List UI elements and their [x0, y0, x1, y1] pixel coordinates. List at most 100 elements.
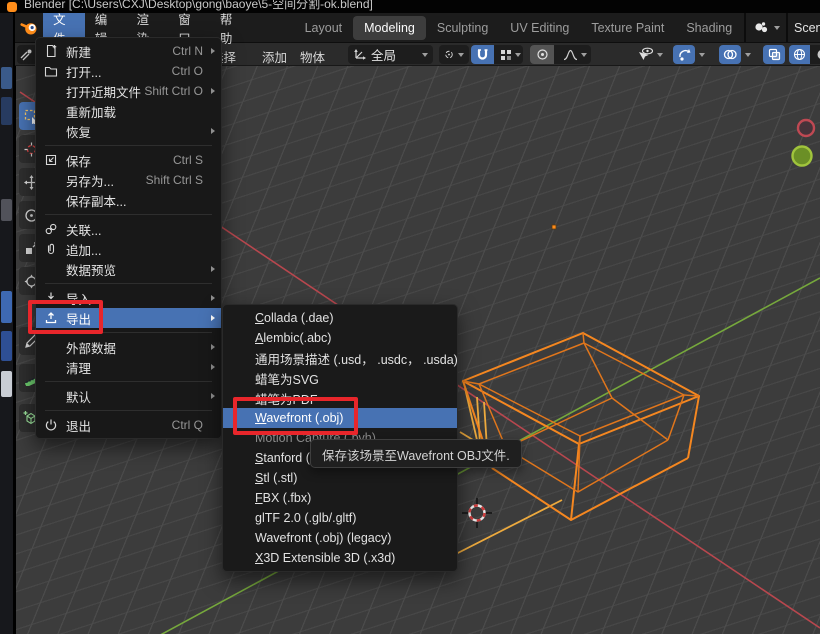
- pivot-point-icon: [444, 48, 454, 61]
- desktop-strip: [0, 13, 13, 634]
- submenu-arrow-icon: [211, 266, 215, 272]
- tab-uv-editing[interactable]: UV Editing: [499, 16, 580, 40]
- xray-icon: [768, 48, 781, 61]
- submenu-arrow-icon: [211, 315, 215, 321]
- tab-shading[interactable]: Shading: [675, 16, 743, 40]
- pivot-point-dropdown[interactable]: [439, 45, 469, 64]
- file-menu-item-data-preview[interactable]: 数据预览: [36, 259, 221, 279]
- orientation-gizmo-icon: [353, 48, 367, 62]
- falloff-dropdown[interactable]: [558, 49, 591, 61]
- export-item-alembic[interactable]: Alembic(.abc): [223, 328, 457, 348]
- overlays-icon: [723, 48, 737, 61]
- desktop-icon: [1, 67, 12, 89]
- snap-target-dropdown[interactable]: [498, 49, 523, 61]
- submenu-arrow-icon: [211, 88, 215, 94]
- shading-solid-button[interactable]: [810, 45, 820, 64]
- tab-sculpting[interactable]: Sculpting: [426, 16, 499, 40]
- blender-logo-icon: [7, 2, 17, 12]
- desktop-icon: [1, 97, 12, 125]
- window-title: Blender [C:\Users\CXJ\Desktop\gong\baoye…: [24, 0, 373, 12]
- proportional-editing-controls: [530, 45, 591, 64]
- export-item-collada[interactable]: Collada (.dae): [223, 308, 457, 328]
- workspace-tabs: Layout Modeling Sculpting UV Editing Tex…: [294, 16, 820, 40]
- submenu-arrow-icon: [211, 393, 215, 399]
- export-item-x3d[interactable]: X3D Extensible 3D (.x3d): [223, 548, 457, 568]
- tab-modeling[interactable]: Modeling: [353, 16, 426, 40]
- submenu-arrow-icon: [211, 364, 215, 370]
- power-icon: [43, 418, 59, 432]
- falloff-curve-icon: [563, 49, 578, 61]
- export-item-grease-pencil-pdf[interactable]: 蜡笔为PDF: [223, 388, 457, 408]
- menu-separator: [45, 145, 212, 146]
- file-menu-item-link[interactable]: 关联...: [36, 219, 221, 239]
- tooltip-text: 保存该场景至Wavefront OBJ文件.: [322, 449, 510, 463]
- blender-logo-icon: [20, 17, 39, 39]
- export-icon: [43, 311, 59, 325]
- export-item-grease-pencil-svg[interactable]: 蜡笔为SVG: [223, 368, 457, 388]
- xray-toggle[interactable]: [763, 45, 785, 64]
- file-menu-item-save-as[interactable]: 另存为... Shift Ctrl S: [36, 170, 221, 190]
- chevron-down-icon: [458, 53, 464, 57]
- submenu-arrow-icon: [211, 128, 215, 134]
- export-item-wavefront-legacy[interactable]: Wavefront (.obj) (legacy): [223, 528, 457, 548]
- export-item-wavefront-obj[interactable]: Wavefront (.obj): [223, 408, 457, 428]
- title-bar: Blender [C:\Users\CXJ\Desktop\gong\baoye…: [0, 0, 820, 13]
- snap-toggle[interactable]: [471, 45, 494, 64]
- visibility-icon: [637, 47, 654, 62]
- file-menu-item-open-recent[interactable]: 打开近期文件 Shift Ctrl O: [36, 81, 221, 101]
- export-submenu: Collada (.dae) Alembic(.abc) 通用场景描述 (.us…: [222, 304, 458, 572]
- visibility-dropdown[interactable]: [637, 45, 663, 64]
- tab-layout[interactable]: Layout: [294, 16, 354, 40]
- file-menu-item-export[interactable]: 导出: [36, 308, 221, 328]
- chevron-down-icon: [581, 53, 587, 57]
- file-menu-item-open[interactable]: 打开... Ctrl O: [36, 61, 221, 81]
- file-menu-item-quit[interactable]: 退出 Ctrl Q: [36, 415, 221, 435]
- editor-type-icon: [19, 48, 33, 62]
- file-menu-item-save-copy[interactable]: 保存副本...: [36, 190, 221, 210]
- shading-solid-icon: [816, 48, 820, 61]
- file-menu-item-save[interactable]: 保存 Ctrl S: [36, 150, 221, 170]
- menu-separator: [45, 410, 212, 411]
- submenu-arrow-icon: [211, 48, 215, 54]
- show-gizmo-toggle[interactable]: [673, 45, 695, 64]
- paperclip-icon: [43, 242, 59, 256]
- file-menu-item-recover[interactable]: 恢复: [36, 121, 221, 141]
- window-edge: [13, 13, 16, 634]
- desktop-icon: [1, 199, 12, 221]
- snap-controls: [471, 45, 523, 64]
- file-menu-item-append[interactable]: 追加...: [36, 239, 221, 259]
- file-menu-item-revert[interactable]: 重新加载: [36, 101, 221, 121]
- file-menu-item-new[interactable]: 新建 Ctrl N: [36, 41, 221, 61]
- file-menu-item-import[interactable]: 导入: [36, 288, 221, 308]
- chevron-down-icon[interactable]: [699, 53, 705, 57]
- folder-icon: [43, 64, 59, 78]
- menu-separator: [45, 332, 212, 333]
- export-item-usd[interactable]: 通用场景描述 (.usd， .usdc， .usda): [223, 348, 457, 368]
- submenu-arrow-icon: [211, 344, 215, 350]
- object-menu[interactable]: 物体: [300, 47, 325, 66]
- export-item-gltf[interactable]: glTF 2.0 (.glb/.gltf): [223, 508, 457, 528]
- file-menu-item-external-data[interactable]: 外部数据: [36, 337, 221, 357]
- transform-orientation-dropdown[interactable]: 全局: [348, 45, 433, 64]
- add-menu[interactable]: 添加: [262, 47, 287, 66]
- export-item-fbx[interactable]: FBX (.fbx): [223, 488, 457, 508]
- chevron-down-icon: [422, 53, 428, 57]
- proportional-editing-icon: [536, 48, 549, 61]
- desktop-icon: [1, 331, 12, 361]
- file-menu-item-defaults[interactable]: 默认: [36, 386, 221, 406]
- export-item-stl[interactable]: Stl (.stl): [223, 468, 457, 488]
- shading-wireframe-button[interactable]: [789, 45, 810, 64]
- tab-texture-paint[interactable]: Texture Paint: [580, 16, 675, 40]
- show-overlays-toggle[interactable]: [719, 45, 741, 64]
- file-menu-item-clean-up[interactable]: 清理: [36, 357, 221, 377]
- menu-separator: [45, 214, 212, 215]
- link-icon: [43, 222, 59, 236]
- save-icon: [43, 153, 59, 167]
- file-menu-dropdown: 新建 Ctrl N 打开... Ctrl O 打开近期文件 Shift Ctrl…: [35, 37, 222, 439]
- gizmos-icon: [678, 48, 691, 61]
- proportional-editing-toggle[interactable]: [530, 45, 554, 64]
- chevron-down-icon: [657, 53, 663, 57]
- chevron-down-icon: [515, 53, 521, 57]
- scene-selector[interactable]: Scene: [744, 13, 820, 42]
- chevron-down-icon[interactable]: [745, 53, 751, 57]
